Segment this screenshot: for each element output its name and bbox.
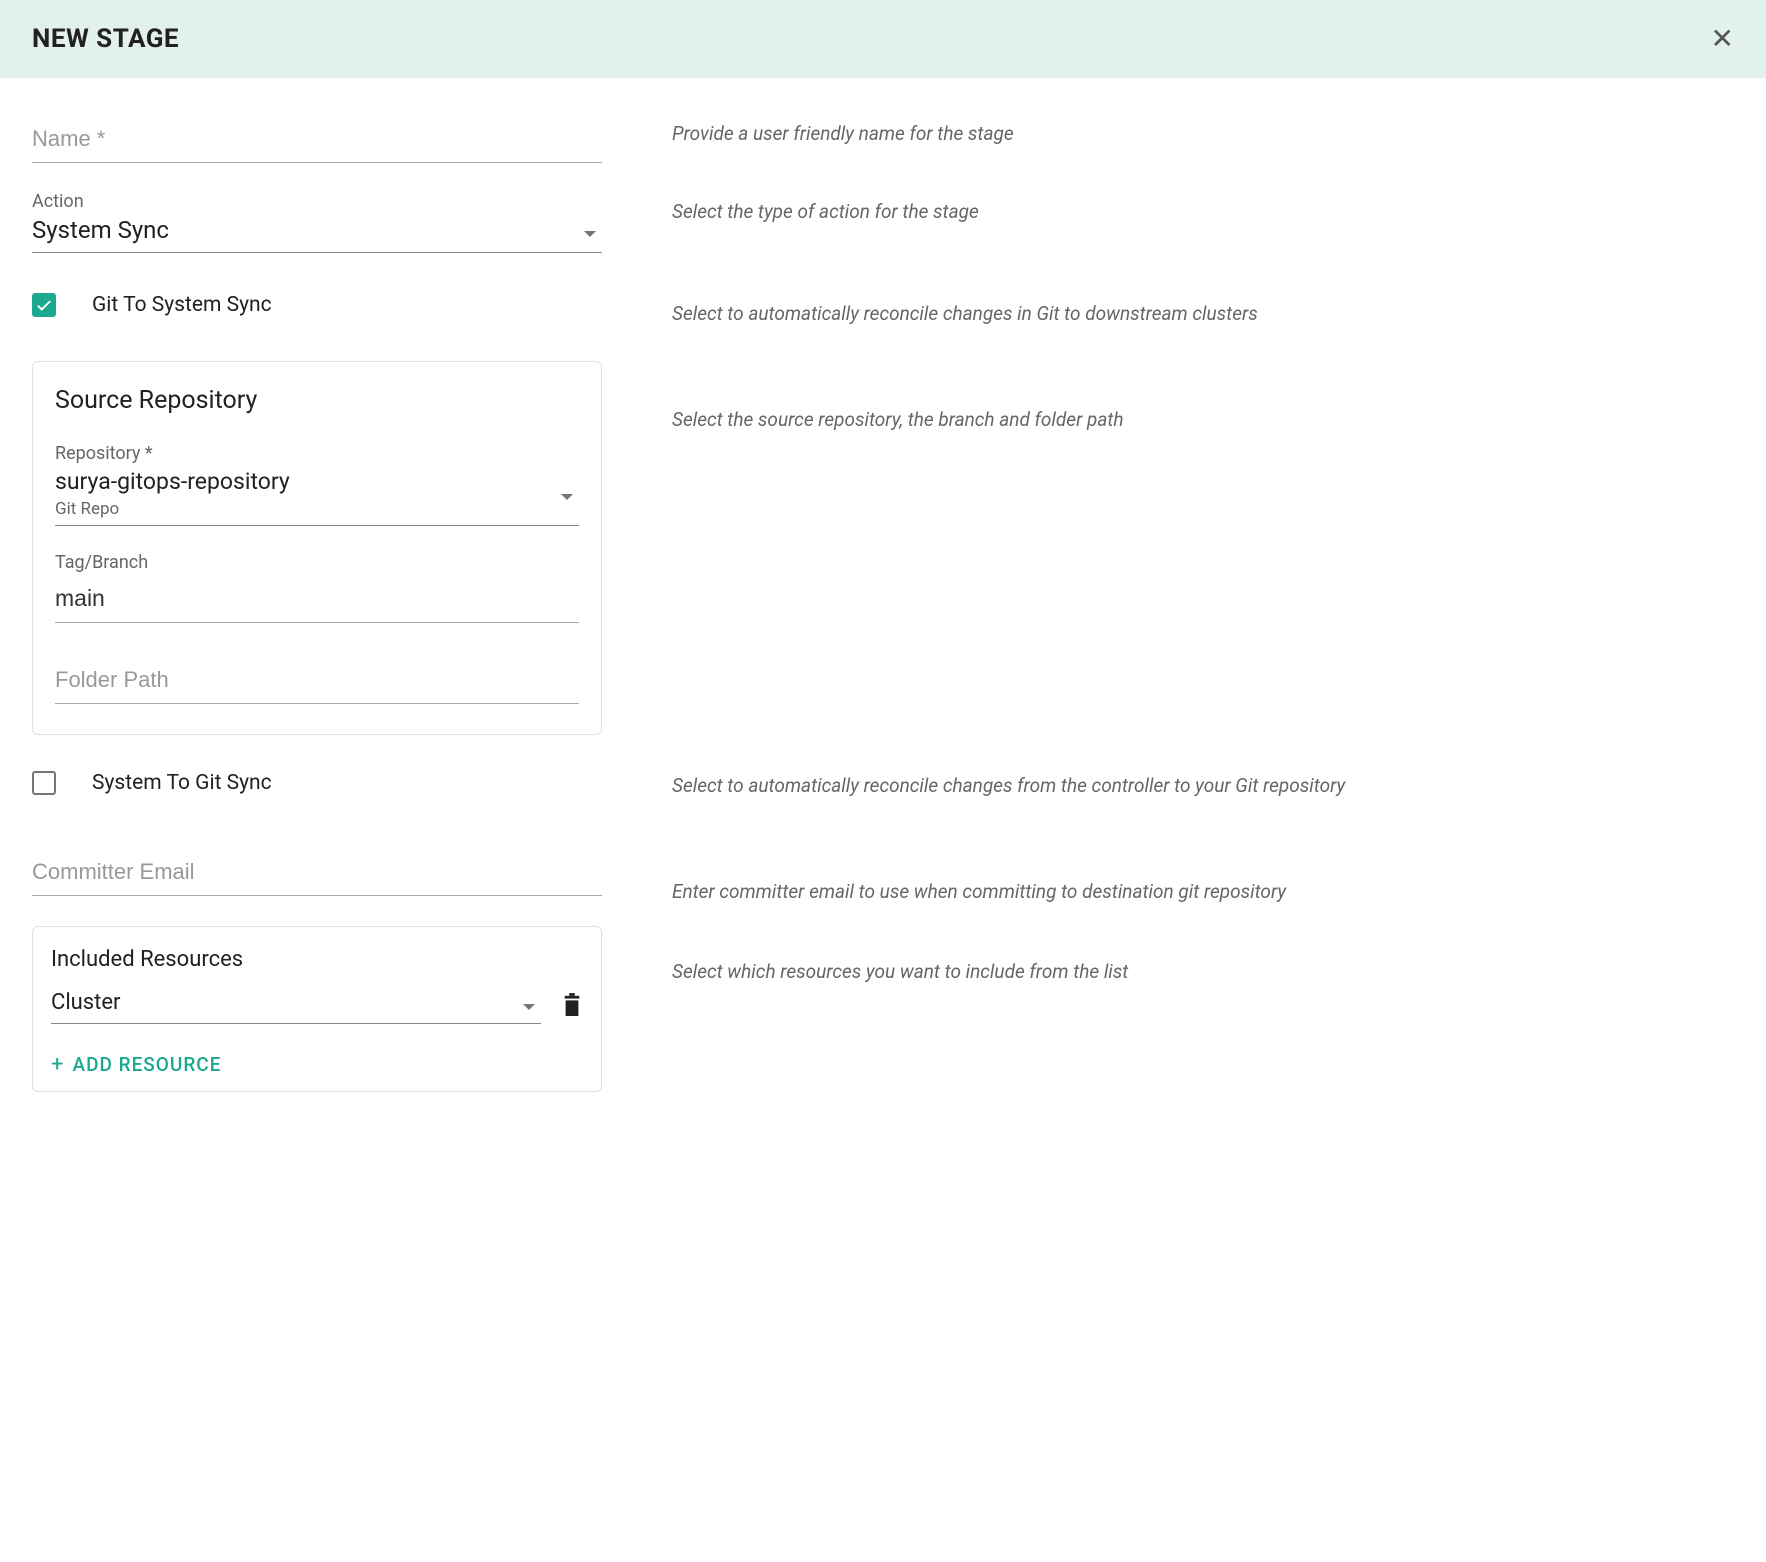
action-label: Action xyxy=(32,191,602,212)
git-to-system-label: Git To System Sync xyxy=(92,293,272,317)
source-repo-help: Select the source repository, the branch… xyxy=(672,406,1734,752)
chevron-down-icon xyxy=(561,494,573,500)
system-to-git-row: System To Git Sync xyxy=(32,771,602,795)
repository-label: Repository * xyxy=(55,443,579,464)
git-to-system-checkbox[interactable] xyxy=(32,293,56,317)
close-icon[interactable]: ✕ xyxy=(1711,25,1734,53)
help-column: Provide a user friendly name for the sta… xyxy=(672,118,1734,1128)
action-select[interactable]: System Sync xyxy=(32,216,602,253)
tag-branch-field: Tag/Branch xyxy=(55,552,579,623)
dialog-title: NEW STAGE xyxy=(32,24,179,54)
delete-resource-button[interactable] xyxy=(561,992,583,1022)
included-resources-title: Included Resources xyxy=(51,947,583,972)
repository-value: surya-gitops-repository xyxy=(55,468,579,495)
included-resources-card: Included Resources Cluster + ADD RESOURC… xyxy=(32,926,602,1092)
action-value: System Sync xyxy=(32,216,602,244)
resource-row: Cluster xyxy=(51,990,583,1024)
name-field-group xyxy=(32,118,602,163)
repository-select[interactable]: surya-gitops-repository Git Repo xyxy=(55,468,579,526)
action-help: Select the type of action for the stage xyxy=(672,198,1734,272)
name-input[interactable] xyxy=(32,118,602,163)
committer-email-field xyxy=(32,851,602,896)
included-resources-help: Select which resources you want to inclu… xyxy=(672,958,1734,987)
chevron-down-icon xyxy=(523,1004,535,1010)
form-column: Action System Sync Git To System Sync So… xyxy=(32,118,602,1128)
tag-branch-label: Tag/Branch xyxy=(55,552,579,573)
add-resource-label: ADD RESOURCE xyxy=(72,1053,221,1076)
chevron-down-icon xyxy=(584,231,596,237)
committer-email-input[interactable] xyxy=(32,851,602,896)
name-help: Provide a user friendly name for the sta… xyxy=(672,120,1734,160)
add-resource-button[interactable]: + ADD RESOURCE xyxy=(51,1052,583,1077)
repository-sub: Git Repo xyxy=(55,499,579,519)
dialog-header: NEW STAGE ✕ xyxy=(0,0,1766,78)
tag-branch-input[interactable] xyxy=(55,577,579,623)
resource-select[interactable]: Cluster xyxy=(51,990,541,1024)
action-field-group: Action System Sync xyxy=(32,191,602,253)
check-icon xyxy=(35,296,53,314)
source-repository-card: Source Repository Repository * surya-git… xyxy=(32,361,602,735)
trash-icon xyxy=(561,992,583,1018)
source-repository-title: Source Repository xyxy=(55,386,579,415)
repository-field: Repository * surya-gitops-repository Git… xyxy=(55,443,579,526)
git-to-system-help: Select to automatically reconcile change… xyxy=(672,300,1734,352)
system-to-git-label: System To Git Sync xyxy=(92,771,272,795)
system-to-git-checkbox[interactable] xyxy=(32,771,56,795)
git-to-system-row: Git To System Sync xyxy=(32,293,602,317)
dialog-content: Action System Sync Git To System Sync So… xyxy=(0,78,1766,1148)
folder-path-field xyxy=(55,659,579,704)
plus-icon: + xyxy=(51,1052,64,1077)
resource-value: Cluster xyxy=(51,990,541,1015)
committer-email-help: Enter committer email to use when commit… xyxy=(672,878,1734,930)
folder-path-input[interactable] xyxy=(55,659,579,704)
system-to-git-help: Select to automatically reconcile change… xyxy=(672,772,1734,850)
